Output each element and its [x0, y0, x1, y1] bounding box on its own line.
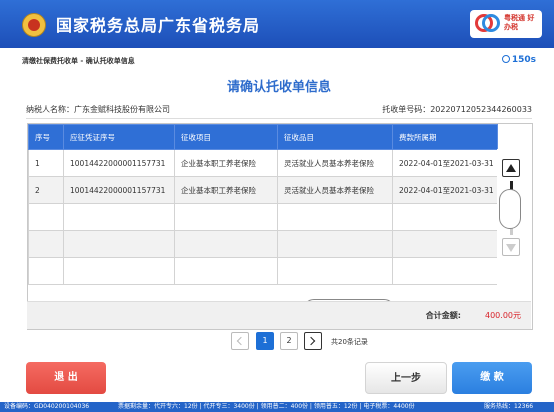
logo-ring-blue [482, 14, 500, 32]
table-cell: 10014422000001157731 [63, 149, 175, 177]
table-cell [63, 203, 175, 231]
status-footer: 设备编码：GD040200104036 票据剩余量：代开专六：12份 | 代开专… [0, 402, 554, 412]
table-cell [63, 257, 175, 285]
table-cell: 2022-04-01至2021-03-31 [392, 176, 498, 204]
table-cell: 2022-04-01至2021-03-31 [392, 149, 498, 177]
divider [26, 118, 532, 119]
page-2-button[interactable]: 2 [280, 332, 298, 350]
vertical-scrollbar[interactable] [497, 149, 532, 291]
page-1-button[interactable]: 1 [256, 332, 274, 350]
total-value: 400.00元 [485, 311, 521, 320]
scroll-down-button[interactable] [502, 238, 520, 256]
table-cell [174, 230, 278, 258]
table-cell: 企业基本职工养老保险 [174, 176, 278, 204]
table-cell [28, 203, 64, 231]
column-header: 征收项目 [174, 124, 278, 150]
empty-table-row [28, 257, 498, 285]
previous-step-button[interactable]: 上一步 [365, 362, 447, 394]
device-code: 设备编码：GD040200104036 [4, 403, 90, 410]
content-panel: 清缴社保费托收单 - 确认托收单信息 150s 请确认托收单信息 纳税人名称：广… [16, 52, 542, 352]
next-page-button[interactable] [304, 332, 322, 350]
service-hotline: 服务热线：12366 [484, 403, 534, 410]
chevron-right-icon [306, 336, 316, 346]
column-header: 序号 [28, 124, 64, 150]
data-grid: 序号 应征凭证序号 征收项目 征收品目 费款所属期 1 10014422000001157… [28, 124, 498, 285]
prev-page-button[interactable] [231, 332, 249, 350]
table-row[interactable]: 2 10014422000001157731 企业基本职工养老保险 灵活就业人员基本养… [28, 176, 498, 204]
vertical-scroll-thumb[interactable] [499, 189, 521, 229]
empty-table-row [28, 203, 498, 231]
table-cell: 10014422000001157731 [63, 176, 175, 204]
page-title: 请确认托收单信息 [226, 80, 331, 95]
chevron-left-icon [236, 336, 246, 346]
empty-table-row [28, 230, 498, 258]
table-header-row: 序号 应征凭证序号 征收项目 征收品目 费款所属期 [28, 124, 498, 150]
header-title: 国家税务总局广东省税务局 [56, 16, 261, 35]
scroll-up-button[interactable] [502, 159, 520, 177]
app-header: 国家税务总局广东省税务局 粤税通 好办税 [0, 0, 554, 48]
table-cell [277, 230, 393, 258]
countdown-timer: 150s [501, 55, 536, 65]
breadcrumb: 清缴社保费托收单 - 确认托收单信息 [22, 57, 135, 65]
table-cell: 2 [28, 176, 64, 204]
table-cell [392, 203, 498, 231]
table-cell [392, 257, 498, 285]
table-cell [174, 203, 278, 231]
order-number: 托收单号码：20220712052344260033 [382, 105, 532, 114]
taxpayer-name: 纳税人名称：广东金赋科技股份有限公司 [26, 105, 170, 114]
record-count: 共20条记录 [331, 338, 368, 346]
total-label: 合计金额: [425, 311, 461, 320]
tax-emblem-icon [22, 13, 46, 37]
table-cell: 灵活就业人员基本养老保险 [277, 149, 393, 177]
countdown-value: 150s [511, 55, 536, 65]
arrow-up-icon [506, 164, 516, 172]
table-cell [392, 230, 498, 258]
table-cell: 灵活就业人员基本养老保险 [277, 176, 393, 204]
table-cell: 企业基本职工养老保险 [174, 149, 278, 177]
column-header: 费款所属期 [392, 124, 498, 150]
column-header: 征收品目 [277, 124, 393, 150]
table-row[interactable]: 1 10014422000001157731 企业基本职工养老保险 灵活就业人员基本养… [28, 149, 498, 177]
table-cell [63, 230, 175, 258]
service-logo: 粤税通 好办税 [470, 10, 542, 38]
logo-text: 粤税通 好办税 [504, 14, 535, 31]
pay-button[interactable]: 缴 款 [452, 362, 532, 394]
column-header: 应征凭证序号 [63, 124, 175, 150]
total-amount-row: 合计金额: 400.00元 [27, 301, 531, 329]
table-cell: 1 [28, 149, 64, 177]
collection-table: 序号 应征凭证序号 征收项目 征收品目 费款所属期 1 10014422000001157… [27, 123, 533, 330]
ticket-stock: 票据剩余量：代开专六：12份 | 代开专三：3400份 | 领用普二：400份 … [118, 403, 415, 410]
table-cell [277, 257, 393, 285]
table-cell [174, 257, 278, 285]
clock-icon [501, 55, 510, 63]
arrow-down-icon [506, 244, 516, 252]
exit-button[interactable]: 退 出 [26, 362, 106, 394]
table-cell [28, 230, 64, 258]
table-cell [28, 257, 64, 285]
table-cell [277, 203, 393, 231]
